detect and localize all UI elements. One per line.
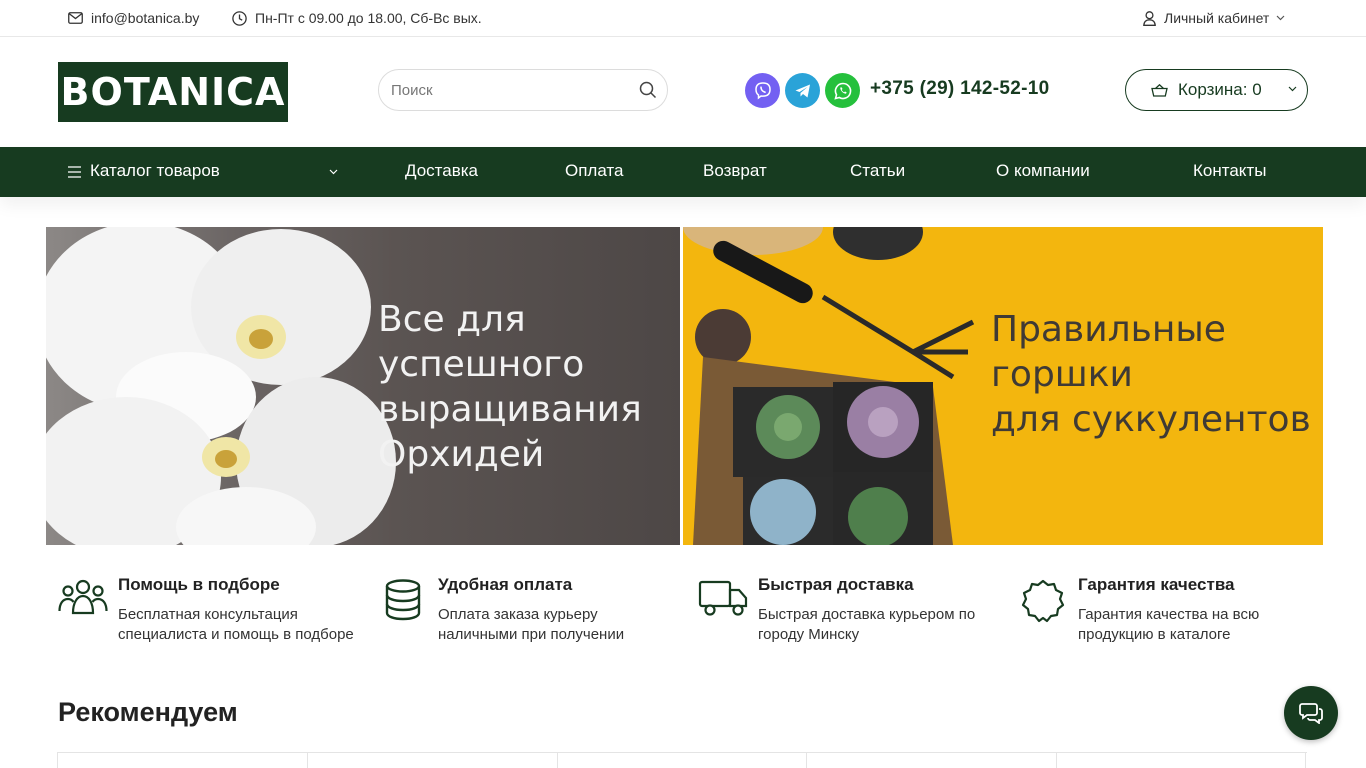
account-label: Личный кабинет (1164, 10, 1270, 26)
telegram-icon (795, 84, 810, 97)
nav-catalog[interactable]: Каталог товаров (90, 147, 220, 197)
banner-line: выращивания (378, 389, 642, 430)
chevron-down-icon (1276, 15, 1285, 21)
nav-item-payment[interactable]: Оплата (565, 147, 623, 197)
whatsapp-icon (833, 82, 851, 100)
chevron-down-icon (329, 169, 338, 175)
banner-line: Все для (378, 299, 526, 340)
banner-line: Правильные (991, 309, 1226, 350)
basket-icon (1151, 83, 1168, 97)
topbar-hours: Пн-Пт с 09.00 до 18.00, Сб-Вс вых. (232, 0, 482, 36)
logo-text: BOTANICA (60, 70, 286, 114)
menu-icon (68, 166, 81, 178)
truck-icon (698, 580, 748, 616)
product-card[interactable] (557, 753, 807, 768)
product-card[interactable] (57, 753, 307, 768)
product-card[interactable] (806, 753, 1056, 768)
clock-icon (232, 10, 247, 26)
feature-description: Быстрая доставка курьером по городу Минс… (758, 606, 976, 643)
top-bar: info@botanica.by Пн-Пт с 09.00 до 18.00,… (0, 0, 1366, 37)
phone-number[interactable]: +375 (29) 142-52-10 (870, 78, 1049, 100)
people-icon (58, 579, 108, 615)
banner-line: успешного (378, 344, 585, 385)
viber-link[interactable] (745, 73, 780, 108)
nav-item-contacts[interactable]: Контакты (1193, 147, 1266, 197)
feature-description: Оплата заказа курьеру наличными при полу… (438, 606, 625, 643)
feature-title: Гарантия качества (1078, 575, 1235, 594)
feature-description: Бесплатная консультация специалиста и по… (118, 606, 354, 643)
account-dropdown[interactable]: Личный кабинет (1143, 0, 1285, 36)
whatsapp-link[interactable] (825, 73, 860, 108)
topbar-email-link[interactable]: info@botanica.by (68, 0, 199, 36)
cart-button[interactable]: Корзина: 0 (1125, 69, 1308, 111)
banner-orchids-text: Все для успешного выращивания Орхидей (378, 297, 642, 477)
banner-line: горшки (991, 354, 1133, 395)
chevron-down-icon (1288, 86, 1297, 92)
nav-item-delivery[interactable]: Доставка (405, 147, 478, 197)
feature-description: Гарантия качества на всю продукцию в кат… (1078, 606, 1260, 643)
cart-label: Корзина: 0 (1178, 80, 1262, 99)
feature-title: Быстрая доставка (758, 575, 914, 594)
nav-item-about[interactable]: О компании (996, 147, 1090, 197)
banner-line: Орхидей (378, 434, 545, 475)
recommend-title: Рекомендуем (58, 697, 238, 727)
chat-icon (1299, 703, 1323, 724)
product-grid (57, 752, 1307, 768)
banner-line: для суккулентов (991, 399, 1311, 440)
chat-button[interactable] (1284, 686, 1338, 740)
feature-title: Удобная оплата (438, 575, 573, 594)
site-logo[interactable]: BOTANICA (58, 62, 288, 122)
banner-succulents-text: Правильные горшки для суккулентов (991, 307, 1311, 442)
banner-succulents[interactable]: Правильные горшки для суккулентов (683, 227, 1323, 545)
product-card[interactable] (1056, 753, 1306, 768)
main-nav: Каталог товаров Доставка Оплата Возврат … (0, 147, 1366, 197)
feature-title: Помощь в подборе (118, 575, 280, 594)
viber-icon (754, 81, 771, 100)
product-card[interactable] (307, 753, 557, 768)
search-input[interactable] (391, 81, 621, 99)
topbar-email-text: info@botanica.by (91, 10, 200, 26)
search-box (378, 69, 668, 111)
quality-badge-icon (1021, 579, 1065, 623)
nav-item-articles[interactable]: Статьи (850, 147, 905, 197)
nav-item-return[interactable]: Возврат (703, 147, 767, 197)
search-icon[interactable] (639, 81, 657, 99)
topbar-hours-text: Пн-Пт с 09.00 до 18.00, Сб-Вс вых. (255, 10, 482, 26)
telegram-link[interactable] (785, 73, 820, 108)
user-icon (1143, 10, 1156, 26)
coins-icon (385, 579, 421, 621)
banner-orchids[interactable]: Все для успешного выращивания Орхидей (46, 227, 680, 545)
envelope-icon (68, 12, 83, 24)
